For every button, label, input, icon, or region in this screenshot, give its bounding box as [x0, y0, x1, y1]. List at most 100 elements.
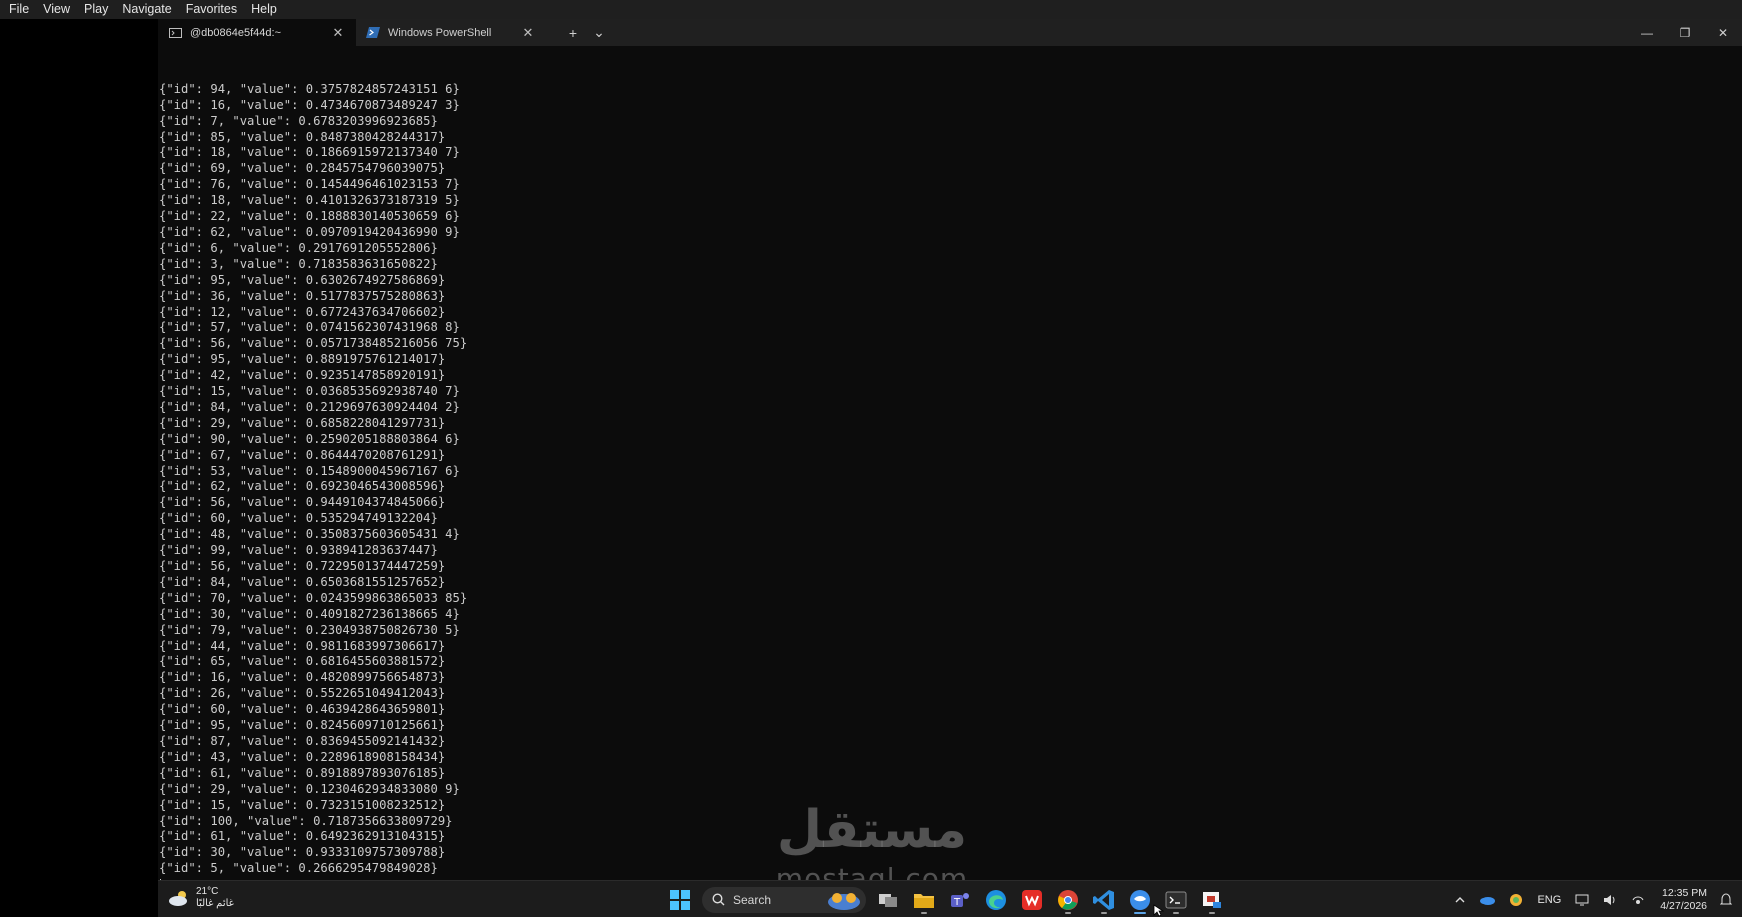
clock-date: 4/27/2026: [1660, 899, 1707, 912]
console-line: {"id": 44, "value": 0.9811683997306617}: [159, 638, 446, 653]
console-line: {"id": 42, "value": 0.9235147858920191}: [159, 368, 446, 383]
mouse-pointer-icon: [1153, 904, 1165, 917]
chrome-icon[interactable]: [1054, 886, 1082, 914]
menu-file[interactable]: File: [2, 0, 36, 19]
console-line: {"id": 30, "value": 0.4091827236138665 4…: [159, 606, 460, 621]
task-view-icon[interactable]: [874, 886, 902, 914]
onedrive-icon[interactable]: [1479, 895, 1496, 905]
console-line: {"id": 94, "value": 0.3757824857243151 6…: [159, 81, 460, 96]
menu-help[interactable]: Help: [244, 0, 284, 19]
console-line: {"id": 22, "value": 0.1888830140530659 6…: [159, 209, 460, 224]
console-line: {"id": 15, "value": 0.7323151008232512}: [159, 797, 446, 812]
console-line: {"id": 7, "value": 0.6783203996923685}: [159, 113, 438, 128]
console-line: {"id": 65, "value": 0.6816455603881572}: [159, 654, 446, 669]
console-line: {"id": 16, "value": 0.4734670873489247 3…: [159, 97, 460, 112]
taskbar-search[interactable]: Search: [702, 886, 866, 913]
menu-favorites[interactable]: Favorites: [179, 0, 244, 19]
restore-button[interactable]: ❐: [1666, 26, 1704, 40]
console-line: {"id": 30, "value": 0.9333109757309788}: [159, 845, 446, 860]
vscode-icon[interactable]: [1090, 886, 1118, 914]
console-line: {"id": 95, "value": 0.8891975761214017}: [159, 352, 446, 367]
console-line: {"id": 61, "value": 0.6492362913104315}: [159, 829, 446, 844]
console-line: {"id": 6, "value": 0.2917691205552806}: [159, 240, 438, 255]
console-line: {"id": 76, "value": 0.1454496461023153 7…: [159, 177, 460, 192]
close-window-button[interactable]: ✕: [1704, 26, 1742, 40]
app-menubar: File View Play Navigate Favorites Help: [0, 0, 1742, 19]
console-line: {"id": 85, "value": 0.8487380428244317}: [159, 129, 446, 144]
tab-dropdown-button[interactable]: ⌄: [586, 24, 612, 41]
console-line: {"id": 56, "value": 0.9449104374845066}: [159, 495, 446, 510]
widgets-icon: [828, 892, 860, 910]
network-icon[interactable]: [1575, 894, 1589, 906]
console-line: {"id": 90, "value": 0.2590205188803864 6…: [159, 431, 460, 446]
console-line: {"id": 15, "value": 0.0368535692938740 7…: [159, 384, 460, 399]
system-clock[interactable]: 12:35 PM 4/27/2026: [1660, 887, 1707, 913]
console-line: {"id": 62, "value": 0.6923046543008596}: [159, 479, 446, 494]
file-explorer-icon[interactable]: [910, 886, 938, 914]
teams-icon[interactable]: T: [946, 886, 974, 914]
wps-office-icon[interactable]: [1018, 886, 1046, 914]
tab-ubuntu-shell[interactable]: @db0864e5f44d:~ ✕: [158, 19, 356, 46]
console-line: {"id": 95, "value": 0.6302674927586869}: [159, 272, 446, 287]
menu-navigate[interactable]: Navigate: [115, 0, 178, 19]
console-line: {"id": 62, "value": 0.0970919420436990 9…: [159, 224, 460, 239]
battery-icon[interactable]: [1631, 894, 1645, 906]
console-line: {"id": 87, "value": 0.8369455092141432}: [159, 733, 446, 748]
weather-temp: 21°C: [196, 886, 219, 897]
language-indicator[interactable]: ENG: [1537, 894, 1561, 906]
console-line: {"id": 29, "value": 0.1230462934833080 9…: [159, 781, 460, 796]
search-icon: [712, 893, 725, 906]
minimize-button[interactable]: —: [1628, 26, 1666, 40]
terminal-icon: [168, 27, 182, 38]
console-line: {"id": 16, "value": 0.4820899756654873}: [159, 670, 446, 685]
svg-text:T: T: [953, 897, 961, 908]
console-line: {"id": 26, "value": 0.5522651049412043}: [159, 686, 446, 701]
system-tray: ENG 12:35 PM 4/27/2026: [1448, 881, 1742, 917]
terminal-window: @db0864e5f44d:~ ✕ Windows PowerShell ✕ +…: [158, 19, 1742, 894]
console-line: {"id": 70, "value": 0.0243599863865033 8…: [159, 590, 468, 605]
console-line: {"id": 48, "value": 0.3508375603605431 4…: [159, 527, 460, 542]
console-line: {"id": 36, "value": 0.5177837575280863}: [159, 288, 446, 303]
weather-desc: غائم غالبًا: [196, 898, 234, 909]
console-line: {"id": 67, "value": 0.8644470208761291}: [159, 447, 446, 462]
window-controls: — ❐ ✕: [1628, 19, 1742, 46]
console-line: {"id": 60, "value": 0.535294749132204}: [159, 511, 438, 526]
tab-actions: + ⌄: [560, 19, 612, 46]
menu-play[interactable]: Play: [77, 0, 115, 19]
notification-icon[interactable]: [1720, 892, 1732, 907]
console-line: {"id": 5, "value": 0.2666295479849028}: [159, 861, 438, 876]
close-icon[interactable]: ✕: [330, 25, 346, 41]
menu-view[interactable]: View: [36, 0, 77, 19]
tab-label: Windows PowerShell: [388, 26, 492, 39]
console-line: {"id": 69, "value": 0.2845754796039075}: [159, 161, 446, 176]
security-icon[interactable]: [1509, 893, 1523, 907]
console-line: {"id": 3, "value": 0.7183583631650822}: [159, 256, 438, 271]
app-blue-icon[interactable]: [1126, 886, 1154, 914]
edge-icon[interactable]: [982, 886, 1010, 914]
search-label: Search: [733, 892, 772, 907]
cloud-sun-icon: [169, 891, 187, 906]
weather-widget[interactable]: 21°C غائم غالبًا: [168, 886, 234, 910]
powershell-icon: [366, 27, 380, 38]
console-line: {"id": 95, "value": 0.8245609710125661}: [159, 718, 446, 733]
terminal-output[interactable]: {"id": 94, "value": 0.3757824857243151 6…: [159, 50, 1719, 894]
console-line: {"id": 56, "value": 0.7229501374447259}: [159, 559, 446, 573]
console-line: {"id": 29, "value": 0.6858228041297731}: [159, 415, 446, 430]
terminal-app-icon[interactable]: [1162, 886, 1190, 914]
console-line: {"id": 57, "value": 0.0741562307431968 8…: [159, 320, 460, 335]
tab-windows-powershell[interactable]: Windows PowerShell ✕: [356, 19, 546, 46]
windows-start-icon[interactable]: [666, 886, 694, 914]
close-icon[interactable]: ✕: [520, 25, 536, 41]
snipping-icon[interactable]: [1198, 886, 1226, 914]
clock-time: 12:35 PM: [1662, 886, 1707, 899]
console-line: {"id": 60, "value": 0.4639428643659801}: [159, 702, 446, 717]
left-empty-pane: [0, 19, 158, 880]
console-line: {"id": 18, "value": 0.4101326373187319 5…: [159, 193, 460, 208]
chevron-up-icon[interactable]: [1455, 896, 1465, 903]
console-line: {"id": 43, "value": 0.2289618908158434}: [159, 749, 446, 764]
taskbar: 21°C غائم غالبًا Search T ENG 12:35 PM 4…: [158, 880, 1742, 917]
console-line: {"id": 61, "value": 0.8918897893076185}: [159, 765, 446, 780]
new-tab-button[interactable]: +: [560, 25, 586, 41]
volume-icon[interactable]: [1603, 894, 1617, 906]
terminal-tabbar: @db0864e5f44d:~ ✕ Windows PowerShell ✕ +…: [158, 19, 1742, 46]
